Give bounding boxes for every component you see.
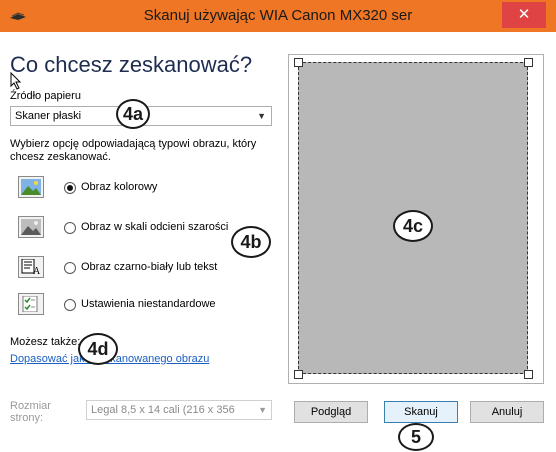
page-size-label: Rozmiar strony: <box>10 400 51 424</box>
callout-4a: 4a <box>116 99 150 129</box>
option-label-custom[interactable]: Ustawienia niestandardowe <box>81 298 216 310</box>
radio-custom[interactable] <box>64 299 76 311</box>
paper-source-label: Źródło papieru <box>10 90 81 102</box>
option-description: Wybierz opcję odpowiadającą typowi obraz… <box>10 138 257 163</box>
option-label-color[interactable]: Obraz kolorowy <box>81 181 157 193</box>
chevron-down-icon: ▼ <box>257 111 266 121</box>
svg-text:A: A <box>33 266 41 275</box>
bw-text-icon[interactable]: A <box>18 256 44 278</box>
scan-button[interactable]: Skanuj <box>384 401 458 423</box>
title-bar[interactable]: Skanuj używając WIA Canon MX320 ser ✕ <box>0 0 556 32</box>
radio-bw-text[interactable] <box>64 262 76 274</box>
preview-button[interactable]: Podgląd <box>294 401 368 423</box>
callout-4d: 4d <box>78 333 118 365</box>
selection-handle-bottom-right[interactable] <box>524 370 533 379</box>
selection-handle-top-right[interactable] <box>524 58 533 67</box>
page-size-value: Legal 8,5 x 14 cali (216 x 356 <box>91 404 235 416</box>
page-title: Co chcesz zeskanować? <box>10 52 253 77</box>
color-image-icon[interactable] <box>18 176 44 198</box>
callout-4b: 4b <box>231 226 271 258</box>
close-icon[interactable]: ✕ <box>502 2 546 28</box>
selection-handle-bottom-left[interactable] <box>294 370 303 379</box>
option-label-bw[interactable]: Obraz czarno-biały lub tekst <box>81 261 217 273</box>
page-size-select[interactable]: Legal 8,5 x 14 cali (216 x 356 ▼ <box>86 400 272 420</box>
radio-grayscale[interactable] <box>64 222 76 234</box>
callout-4c: 4c <box>393 210 433 242</box>
grayscale-image-icon[interactable] <box>18 216 44 238</box>
cancel-button[interactable]: Anuluj <box>470 401 544 423</box>
mouse-cursor-icon <box>10 72 22 90</box>
paper-source-value: Skaner płaski <box>15 110 82 122</box>
window-title: Skanuj używając WIA Canon MX320 ser <box>143 7 413 24</box>
callout-5: 5 <box>398 423 434 451</box>
selection-handle-top-left[interactable] <box>294 58 303 67</box>
chevron-down-icon: ▼ <box>256 401 267 419</box>
radio-color-image[interactable] <box>64 182 76 194</box>
more-options-label: Możesz także: <box>10 336 81 348</box>
option-label-grayscale[interactable]: Obraz w skali odcieni szarości <box>81 221 228 233</box>
scan-dialog: Skanuj używając WIA Canon MX320 ser ✕ Co… <box>0 0 556 452</box>
custom-settings-icon[interactable] <box>18 293 44 315</box>
